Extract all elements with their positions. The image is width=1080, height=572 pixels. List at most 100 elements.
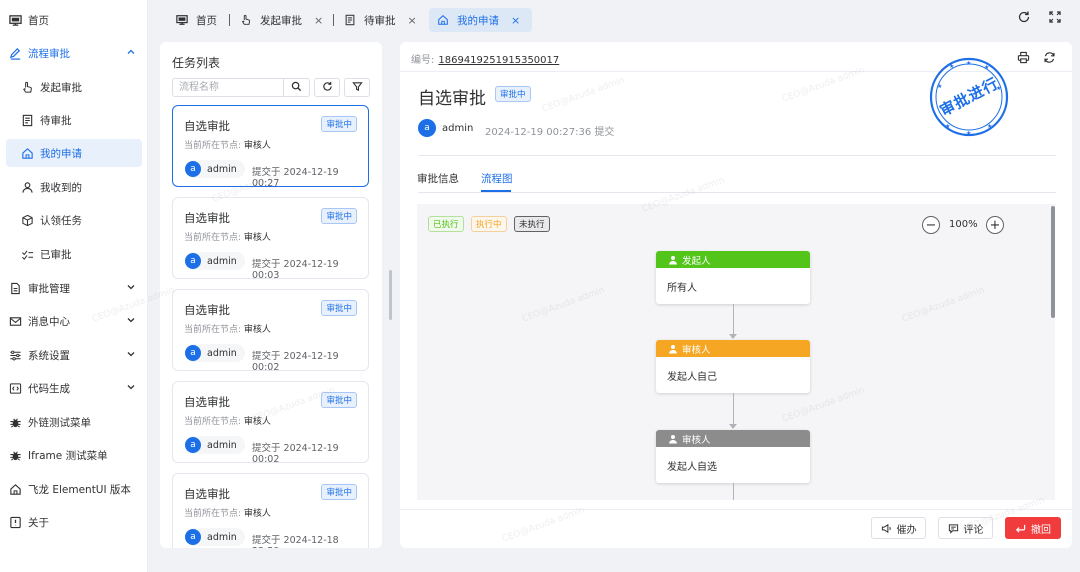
chevron-down-icon bbox=[126, 382, 136, 392]
tab-separator bbox=[229, 14, 230, 26]
file-icon bbox=[8, 281, 22, 295]
sidebar-item-label: 消息中心 bbox=[28, 315, 70, 328]
check-list-icon bbox=[20, 247, 34, 261]
avatar: a bbox=[185, 253, 201, 269]
sidebar-item-home[interactable]: 首页 bbox=[0, 6, 148, 34]
sidebar-item-messages[interactable]: 消息中心 bbox=[0, 307, 148, 335]
tab-bar: 首页 发起审批 × 待审批 × 我的申请 × bbox=[148, 0, 1080, 38]
bug-icon bbox=[8, 415, 22, 429]
sidebar-item-codegen[interactable]: 代码生成 bbox=[0, 374, 148, 402]
comment-button[interactable]: 评论 bbox=[938, 517, 993, 539]
node-prefix: 当前所在节点: bbox=[184, 325, 242, 335]
flow-node-reviewer[interactable]: 审核人 发起人自选 bbox=[656, 430, 810, 483]
task-card[interactable]: 自选审批 审批中 当前所在节点: 审核人 a admin 提交于 2024-12-… bbox=[172, 473, 369, 548]
withdraw-label: 撤回 bbox=[1031, 524, 1051, 536]
avatar: a bbox=[185, 529, 201, 545]
submitter: a admin bbox=[418, 119, 473, 137]
refresh-icon[interactable] bbox=[1043, 51, 1056, 67]
sidebar-item-elementui[interactable]: 飞龙 ElementUI 版本 bbox=[0, 475, 148, 503]
search-button[interactable] bbox=[284, 78, 310, 97]
chevron-down-icon bbox=[126, 349, 136, 359]
zoom-level: 100% bbox=[949, 219, 978, 230]
sidebar-item-iframe-test[interactable]: Iframe 测试菜单 bbox=[0, 441, 148, 469]
filter-button[interactable] bbox=[344, 78, 370, 97]
svg-text:★: ★ bbox=[937, 83, 942, 90]
svg-text:★: ★ bbox=[987, 123, 992, 130]
task-list-title: 任务列表 bbox=[172, 56, 221, 70]
task-card[interactable]: 自选审批 审批中 当前所在节点: 审核人 a admin 提交于 2024-12-… bbox=[172, 381, 369, 465]
flow-node-reviewer[interactable]: 审核人 发起人自己 bbox=[656, 340, 810, 393]
task-user: a admin bbox=[185, 160, 245, 178]
urge-button[interactable]: 催办 bbox=[871, 517, 926, 539]
task-card[interactable]: 自选审批 审批中 当前所在节点: 审核人 a admin 提交于 2024-12-… bbox=[172, 289, 369, 373]
flow-canvas[interactable]: 已执行 执行中 未执行 − 100% + 发起人 所有人 审核人 发起人自己 审… bbox=[417, 204, 1055, 500]
flow-connector bbox=[733, 304, 734, 334]
panel-resize-handle[interactable] bbox=[389, 270, 392, 320]
sidebar-item-my-applications[interactable]: 我的申请 bbox=[6, 139, 142, 167]
flow-node-content: 发起人自选 bbox=[667, 462, 717, 473]
document-icon bbox=[20, 113, 34, 127]
sidebar-item-settings[interactable]: 系统设置 bbox=[0, 341, 148, 369]
code-icon bbox=[8, 381, 22, 395]
zoom-in-button[interactable]: + bbox=[986, 216, 1004, 234]
node-value: 审核人 bbox=[243, 325, 271, 335]
task-list-panel: 任务列表 自选审批 审批中 当前所在节点: 审核人 aadmin 提交于 202… bbox=[160, 42, 382, 548]
refresh-button[interactable] bbox=[314, 78, 340, 97]
close-icon[interactable]: × bbox=[314, 14, 323, 27]
tab-flow-chart[interactable]: 流程图 bbox=[481, 171, 513, 186]
tab-start-approval[interactable]: 发起审批 × bbox=[232, 8, 331, 32]
sidebar-item-approved[interactable]: 已审批 bbox=[0, 240, 148, 268]
page-title: 自选审批 bbox=[418, 89, 486, 109]
comment-label: 评论 bbox=[963, 524, 984, 536]
process-number-value[interactable]: 1869419251915350017 bbox=[438, 55, 559, 66]
sidebar-item-pending[interactable]: 待审批 bbox=[0, 106, 148, 134]
submit-time: 2024-12-19 00:27:36 提交 bbox=[485, 127, 615, 138]
sidebar-item-about[interactable]: 关于 bbox=[0, 508, 148, 536]
task-user: a admin bbox=[185, 344, 245, 362]
withdraw-button[interactable]: 撤回 bbox=[1005, 517, 1061, 539]
sidebar-item-received[interactable]: 我收到的 bbox=[0, 173, 148, 201]
svg-text:★: ★ bbox=[984, 64, 989, 71]
status-badge: 审批中 bbox=[321, 484, 357, 500]
tab-approval-info[interactable]: 审批信息 bbox=[417, 171, 459, 186]
close-icon[interactable]: × bbox=[511, 14, 520, 27]
task-card[interactable]: 自选审批 审批中 当前所在节点: 审核人 a admin 提交于 2024-12-… bbox=[172, 105, 369, 189]
fullscreen-icon[interactable] bbox=[1048, 10, 1062, 24]
task-title: 自选审批 bbox=[184, 303, 230, 317]
refresh-icon[interactable] bbox=[1017, 10, 1031, 24]
zoom-out-button[interactable]: − bbox=[922, 216, 940, 234]
sidebar-item-label: 外链测试菜单 bbox=[28, 416, 91, 429]
current-node: 当前所在节点: 审核人 bbox=[184, 322, 271, 335]
tab-pending[interactable]: 待审批 × bbox=[336, 8, 425, 32]
submit-time: 提交于 2024-12-19 00:27 bbox=[252, 167, 339, 189]
flow-node-title: 审核人 bbox=[682, 434, 711, 446]
divider bbox=[418, 192, 1056, 193]
process-name-search-input[interactable] bbox=[172, 78, 284, 97]
tab-label: 待审批 bbox=[364, 14, 396, 27]
user-name: admin bbox=[207, 163, 237, 175]
urge-label: 催办 bbox=[896, 524, 917, 536]
process-number-label: 编号: bbox=[411, 55, 435, 66]
print-icon[interactable] bbox=[1017, 51, 1030, 67]
sidebar-item-label: 关于 bbox=[28, 516, 49, 529]
canvas-scrollbar[interactable] bbox=[1051, 206, 1055, 318]
node-prefix: 当前所在节点: bbox=[184, 233, 242, 243]
svg-text:★: ★ bbox=[966, 60, 971, 67]
sidebar-item-approval-management[interactable]: 审批管理 bbox=[0, 274, 148, 302]
sidebar-item-external-test[interactable]: 外链测试菜单 bbox=[0, 408, 148, 436]
tab-home[interactable]: 首页 bbox=[168, 8, 225, 32]
sidebar-item-start-approval[interactable]: 发起审批 bbox=[0, 73, 148, 101]
tab-my-applications[interactable]: 我的申请 × bbox=[429, 8, 532, 32]
current-node: 当前所在节点: 审核人 bbox=[184, 230, 271, 243]
flow-node-initiator[interactable]: 发起人 所有人 bbox=[656, 251, 810, 304]
task-card[interactable]: 自选审批 审批中 当前所在节点: 审核人 a admin 提交于 2024-12-… bbox=[172, 197, 369, 281]
sidebar-item-claim-task[interactable]: 认领任务 bbox=[0, 206, 148, 234]
approval-in-progress-stamp: ★ ★ ★ ★ ★ ★ ★ ★ 审批进行 bbox=[928, 56, 1010, 138]
tab-separator bbox=[333, 14, 334, 26]
flow-arrow bbox=[729, 334, 737, 339]
filter-icon bbox=[351, 81, 363, 95]
user-icon bbox=[668, 344, 678, 354]
close-icon[interactable]: × bbox=[408, 14, 417, 27]
node-prefix: 当前所在节点: bbox=[184, 141, 242, 151]
sidebar-item-approval[interactable]: 流程审批 bbox=[0, 39, 148, 67]
